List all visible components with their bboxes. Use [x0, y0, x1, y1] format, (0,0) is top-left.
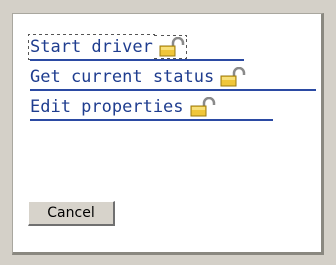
- get-current-status-label: Get current status: [30, 67, 215, 87]
- get-current-status-underline: [30, 89, 316, 91]
- lock-open-icon: [159, 37, 185, 57]
- start-driver-link[interactable]: Start driver: [28, 35, 246, 66]
- start-driver-underline: [30, 59, 244, 61]
- start-driver-focus: Start driver: [28, 35, 187, 59]
- lock-open-icon: [190, 97, 215, 117]
- edit-properties-label: Edit properties: [30, 97, 184, 117]
- cancel-button[interactable]: Cancel: [28, 201, 115, 226]
- edit-properties-link[interactable]: Edit properties: [30, 96, 273, 126]
- action-link-list: Start driver Get current status Edit pro…: [28, 35, 316, 126]
- lock-open-icon: [220, 67, 246, 87]
- edit-properties-underline: [30, 119, 273, 121]
- start-driver-label: Start driver: [30, 37, 153, 57]
- dialog-frame: Start driver Get current status Edit pro…: [0, 0, 336, 265]
- get-current-status-link[interactable]: Get current status: [30, 66, 316, 96]
